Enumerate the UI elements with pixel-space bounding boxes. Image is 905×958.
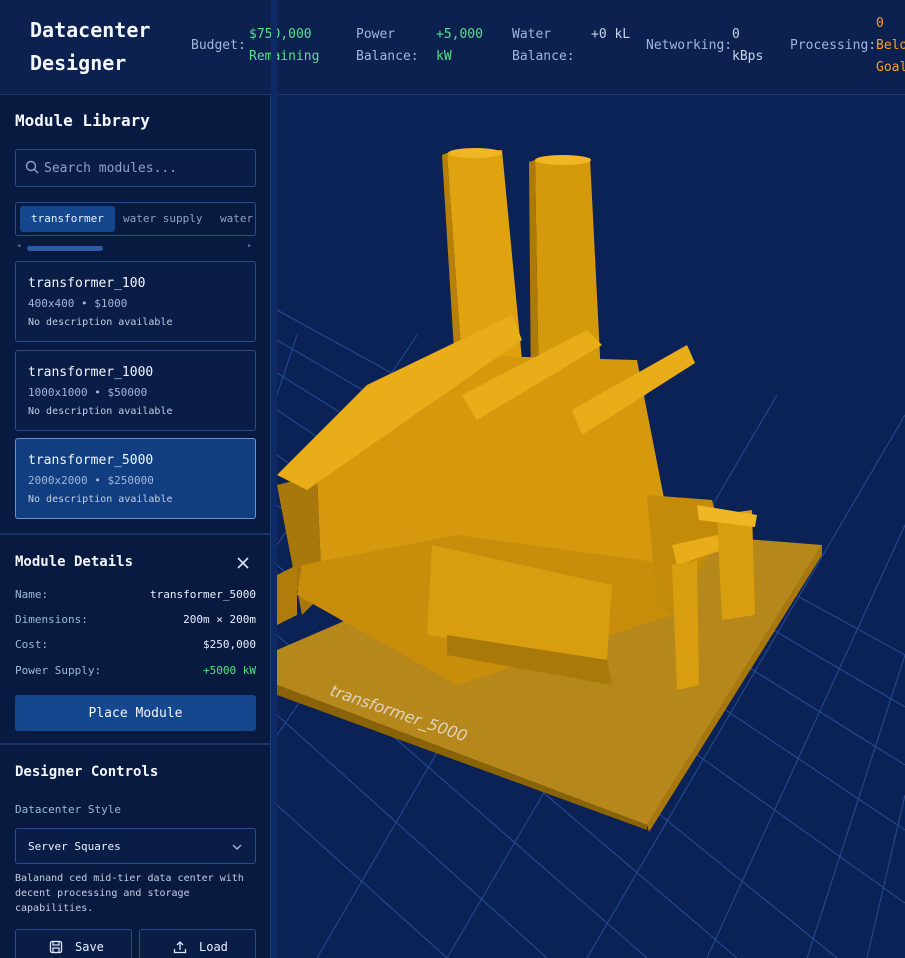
tabs-scroll-thumb[interactable]: [27, 246, 103, 251]
save-label: Save: [75, 940, 104, 954]
module-library-title: Module Library: [15, 111, 150, 130]
module-card-transformer-5000[interactable]: transformer_5000 2000x2000 • $250000 No …: [15, 438, 256, 519]
scene-canvas[interactable]: transformer_5000: [277, 95, 905, 958]
scroll-left-icon[interactable]: ◂: [16, 241, 21, 251]
top-bar: Datacenter Designer Budget: $750,000 Rem…: [0, 0, 905, 95]
close-icon[interactable]: [236, 556, 250, 570]
app-title: Datacenter Designer: [30, 18, 151, 75]
load-label: Load: [199, 940, 228, 954]
sidebar: Module Library transformer water supply …: [0, 95, 271, 958]
place-module-button[interactable]: Place Module: [15, 695, 256, 731]
detail-key: Cost:: [15, 638, 49, 651]
processing-value: 0 Below Goal: [876, 16, 905, 75]
datacenter-style-value: Server Squares: [28, 840, 121, 853]
module-meta: 1000x1000 • $50000: [28, 386, 148, 399]
detail-value: +5000 kW: [203, 664, 256, 677]
search-input[interactable]: [44, 150, 249, 186]
detail-key: Dimensions:: [15, 613, 88, 626]
load-button[interactable]: Load: [139, 929, 256, 958]
detail-value: transformer_5000: [150, 588, 256, 601]
upload-icon: [173, 941, 187, 954]
networking-label: Networking:: [646, 38, 733, 53]
designer-controls-title: Designer Controls: [15, 764, 159, 780]
module-card-transformer-100[interactable]: transformer_100 400x400 • $1000 No descr…: [15, 261, 256, 342]
module-description: No description available: [28, 406, 173, 417]
power-value: +5,000 kW: [436, 27, 483, 64]
detail-value: 200m × 200m: [183, 613, 256, 626]
datacenter-style-label: Datacenter Style: [15, 803, 121, 816]
category-tabs: transformer water supply water: [15, 202, 256, 236]
module-meta: 2000x2000 • $250000: [28, 474, 154, 487]
module-description: No description available: [28, 494, 173, 505]
datacenter-style-select[interactable]: Server Squares: [15, 828, 256, 864]
tab-water-supply[interactable]: water supply: [112, 206, 213, 232]
module-search[interactable]: [15, 149, 256, 187]
networking-value: 0 kBps: [732, 27, 764, 64]
chevron-down-icon: [232, 844, 242, 850]
transformer-model[interactable]: transformer_5000: [277, 148, 822, 832]
divider: [0, 533, 270, 535]
tabs-scrollbar[interactable]: ◂ ▸: [15, 241, 256, 254]
module-name: transformer_1000: [28, 365, 154, 380]
search-icon: [25, 160, 39, 174]
detail-value: $250,000: [203, 638, 256, 651]
module-name: transformer_5000: [28, 453, 154, 468]
module-description: No description available: [28, 317, 173, 328]
module-details-title: Module Details: [15, 554, 134, 570]
tab-water[interactable]: water: [209, 206, 255, 232]
processing-label: Processing:: [790, 38, 877, 53]
power-label: Power Balance:: [356, 27, 419, 64]
datacenter-style-description: Balanand ced mid-tier data center with d…: [15, 873, 244, 914]
module-name: transformer_100: [28, 276, 146, 291]
water-value: +0 kL: [591, 27, 631, 42]
budget-label: Budget:: [191, 38, 246, 53]
scroll-right-icon[interactable]: ▸: [247, 241, 252, 251]
module-meta: 400x400 • $1000: [28, 297, 128, 310]
detail-row-dimensions: Dimensions: 200m × 200m: [15, 613, 256, 626]
save-icon: [49, 940, 63, 954]
detail-row-cost: Cost: $250,000: [15, 638, 256, 651]
module-card-transformer-1000[interactable]: transformer_1000 1000x1000 • $50000 No d…: [15, 350, 256, 431]
budget-value: $750,000 Remaining: [249, 27, 320, 64]
detail-key: Name:: [15, 588, 49, 601]
3d-viewport[interactable]: transformer_5000: [277, 95, 905, 958]
save-button[interactable]: Save: [15, 929, 132, 958]
detail-row-name: Name: transformer_5000: [15, 588, 256, 601]
tab-transformer[interactable]: transformer: [20, 206, 115, 232]
divider: [0, 743, 270, 745]
detail-row-power-supply: Power Supply: +5000 kW: [15, 664, 256, 677]
detail-key: Power Supply:: [15, 664, 102, 677]
budget-stat: Budget:: [191, 35, 246, 57]
water-label: Water Balance:: [512, 27, 575, 64]
